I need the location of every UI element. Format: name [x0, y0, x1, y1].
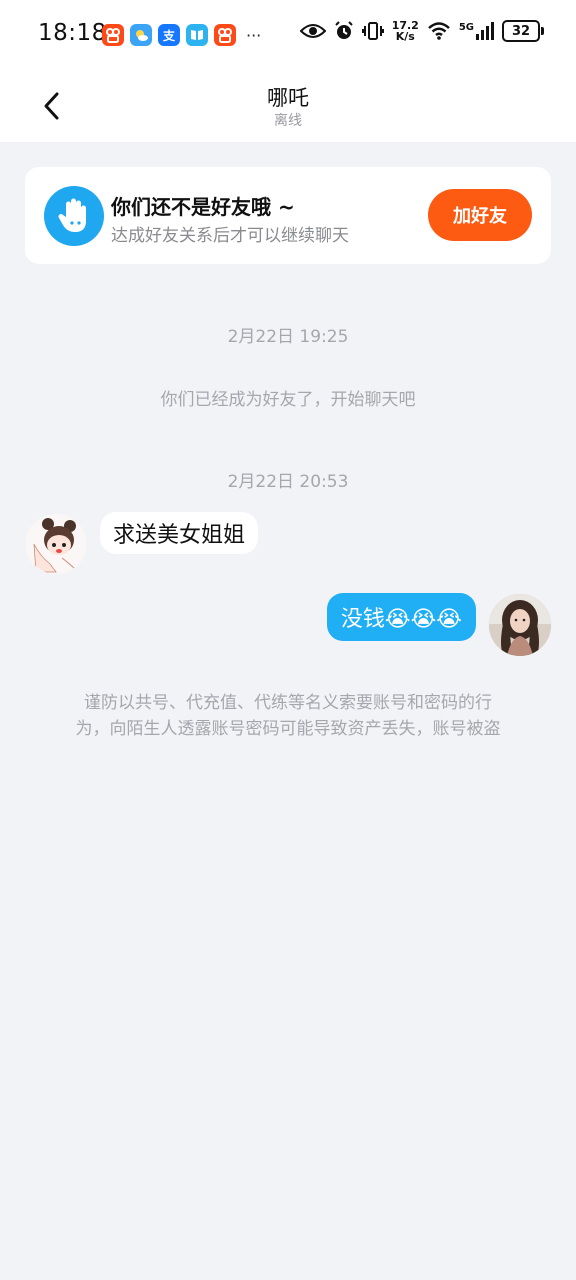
add-friend-button[interactable]: 加好友	[428, 189, 532, 241]
weather-icon	[130, 24, 152, 46]
contact-status: 离线	[274, 113, 302, 129]
not-friends-subtitle: 达成好友关系后才可以继续聊天	[111, 226, 349, 246]
alarm-icon	[334, 21, 353, 39]
add-friend-card: 你们还不是好友哦 ~ 达成好友关系后才可以继续聊天 加好友	[25, 167, 551, 264]
contact-avatar[interactable]	[26, 514, 86, 574]
battery-indicator: 32	[502, 20, 544, 42]
network-speed: 17.2 K/s	[391, 19, 419, 43]
eye-icon	[299, 24, 326, 38]
status-bar: 18:18 支 ··· 17.2 K/s 5G 32	[0, 0, 576, 70]
timestamp: 2月22日 19:25	[227, 327, 349, 347]
incoming-message-bubble[interactable]: 求送美女姐姐	[100, 512, 259, 554]
alipay-icon: 支	[158, 24, 180, 46]
system-indicators: 17.2 K/s 5G 32	[299, 19, 544, 43]
my-avatar[interactable]	[489, 594, 551, 656]
chat-header: 哪吒 离线	[0, 70, 576, 142]
system-message: 你们已经成为好友了，开始聊天吧	[160, 390, 416, 410]
status-time: 18:18	[38, 20, 107, 46]
security-warning: 谨防以共号、代充值、代练等名义索要账号和密码的行 为，向陌生人透露账号密码可能导…	[75, 693, 501, 739]
wave-hand-icon	[44, 186, 104, 246]
wifi-icon	[427, 22, 450, 40]
reader-icon	[186, 24, 208, 46]
outgoing-message-bubble[interactable]: 没钱😭😭😭	[326, 593, 476, 641]
notification-icons: 支 ···	[102, 24, 261, 46]
more-notifications-icon: ···	[246, 25, 262, 45]
vibrate-icon	[361, 22, 384, 40]
kuaishou-icon	[102, 24, 124, 46]
not-friends-title: 你们还不是好友哦 ~	[111, 195, 295, 219]
kuaishou-icon	[214, 24, 236, 46]
contact-name: 哪吒	[267, 86, 309, 110]
timestamp: 2月22日 20:53	[227, 472, 349, 492]
signal-icon: 5G	[459, 22, 494, 40]
